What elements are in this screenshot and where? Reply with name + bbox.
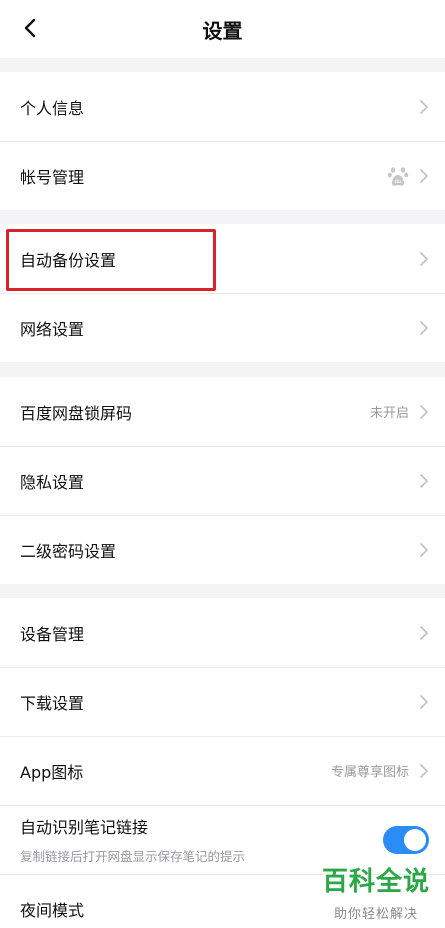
row-label: 自动备份设置: [20, 250, 117, 270]
auto-backup-settings-row[interactable]: 自动备份设置: [0, 224, 445, 293]
settings-group-security: 百度网盘锁屏码 未开启 隐私设置 二级密码设置: [0, 377, 445, 584]
device-management-row[interactable]: 设备管理: [0, 598, 445, 667]
chevron-right-icon: [420, 625, 428, 640]
row-subtitle: 复制链接后打开网盘显示保存笔记的提示: [20, 849, 246, 864]
row-label: 设备管理: [20, 624, 85, 644]
app-icon-row[interactable]: App图标 专属尊享图标: [0, 736, 445, 805]
svg-text:du: du: [395, 179, 401, 185]
settings-group-profile: 个人信息 帐号管理 du: [0, 72, 445, 210]
chevron-right-icon: [420, 694, 428, 709]
chevron-right-icon: [420, 99, 428, 114]
page-title: 设置: [202, 18, 243, 43]
baidu-paw-icon: du: [387, 166, 409, 186]
nav-bar: 设置: [0, 0, 445, 58]
network-settings-row[interactable]: 网络设置: [0, 293, 445, 362]
chevron-right-icon: [420, 168, 428, 183]
personal-info-row[interactable]: 个人信息: [0, 72, 445, 141]
chevron-right-icon: [420, 473, 428, 488]
chevron-left-icon: [24, 18, 36, 38]
secondary-password-row[interactable]: 二级密码设置: [0, 515, 445, 584]
note-link-detection-row: 自动识别笔记链接 复制链接后打开网盘显示保存笔记的提示: [0, 805, 445, 874]
row-label: 个人信息: [20, 98, 85, 118]
row-label: 网络设置: [20, 319, 85, 339]
row-label: 自动识别笔记链接: [20, 818, 149, 837]
download-settings-row[interactable]: 下载设置: [0, 667, 445, 736]
note-link-toggle[interactable]: [383, 825, 429, 854]
settings-group-backup: 自动备份设置 网络设置: [0, 224, 445, 362]
toggle-knob: [404, 828, 426, 851]
watermark: 百科全说 助你轻松解决: [317, 867, 435, 922]
status-value: 专属尊享图标: [330, 765, 409, 780]
watermark-sub: 助你轻松解决: [333, 907, 418, 922]
row-label: 下载设置: [20, 693, 85, 713]
watermark-main: 百科全说: [321, 867, 430, 897]
row-label: 帐号管理: [20, 167, 85, 187]
row-label: 隐私设置: [20, 472, 85, 492]
row-label: 二级密码设置: [20, 541, 117, 561]
chevron-right-icon: [420, 763, 428, 778]
lock-screen-code-row[interactable]: 百度网盘锁屏码 未开启: [0, 377, 445, 446]
row-label: 百度网盘锁屏码: [20, 403, 133, 423]
privacy-settings-row[interactable]: 隐私设置: [0, 446, 445, 515]
back-button[interactable]: [14, 12, 46, 44]
row-label: 夜间模式: [20, 900, 85, 920]
row-label: App图标: [20, 762, 84, 782]
chevron-right-icon: [420, 320, 428, 335]
chevron-right-icon: [420, 404, 428, 419]
chevron-right-icon: [420, 251, 428, 266]
account-management-row[interactable]: 帐号管理 du: [0, 141, 445, 210]
status-value: 未开启: [369, 406, 409, 421]
chevron-right-icon: [420, 542, 428, 557]
